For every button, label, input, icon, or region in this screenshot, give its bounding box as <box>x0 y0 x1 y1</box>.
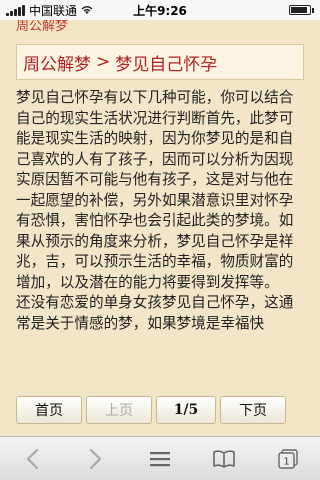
back-arrow-icon <box>26 448 39 469</box>
carrier-name: 中国联通 <box>29 3 78 18</box>
tabs-button[interactable]: 1 <box>268 439 308 479</box>
share-icon <box>150 451 170 466</box>
forward-button[interactable] <box>76 439 116 479</box>
breadcrumb: 周公解梦 > 梦见自己怀孕 <box>16 44 304 80</box>
browser-toolbar: 1 <box>0 436 320 480</box>
site-title-link[interactable]: 周公解梦 <box>0 20 320 34</box>
tabs-icon: 1 <box>278 448 298 469</box>
status-bar: 中国联通 上午9:26 <box>0 0 320 20</box>
breadcrumb-home-link[interactable]: 周公解梦 <box>23 50 91 75</box>
previous-page-button[interactable]: 上页 <box>86 396 152 424</box>
bookmarks-icon <box>213 449 235 468</box>
article-body: 梦见自己怀孕有以下几种可能，你可以结合自己的现实生活状况进行判断首先，此梦可能是… <box>16 88 306 418</box>
breadcrumb-separator: > <box>96 52 111 72</box>
first-page-button[interactable]: 首页 <box>16 396 82 424</box>
tabs-count: 1 <box>283 456 289 467</box>
bookmarks-button[interactable] <box>204 439 244 479</box>
breadcrumb-current: 梦见自己怀孕 <box>115 54 218 75</box>
wifi-icon <box>81 6 93 14</box>
site-header: 周公解梦 <box>0 20 320 38</box>
signal-strength-icon <box>6 4 25 16</box>
pagination: 首页 上页 1/5 下页 <box>16 396 304 428</box>
back-button[interactable] <box>12 439 52 479</box>
share-button[interactable] <box>140 439 180 479</box>
battery-icon <box>289 5 314 15</box>
page-count: 1/5 <box>156 396 216 424</box>
next-page-button[interactable]: 下页 <box>220 396 286 424</box>
forward-arrow-icon <box>89 448 102 469</box>
article-paragraph: 还没有恋爱的单身女孩梦见自己怀孕，这通常是关于情感的梦，如果梦境是幸福快 <box>16 294 294 332</box>
article-paragraph: 梦见自己怀孕有以下几种可能，你可以结合自己的现实生活状况进行判断首先，此梦可能是… <box>16 89 294 291</box>
